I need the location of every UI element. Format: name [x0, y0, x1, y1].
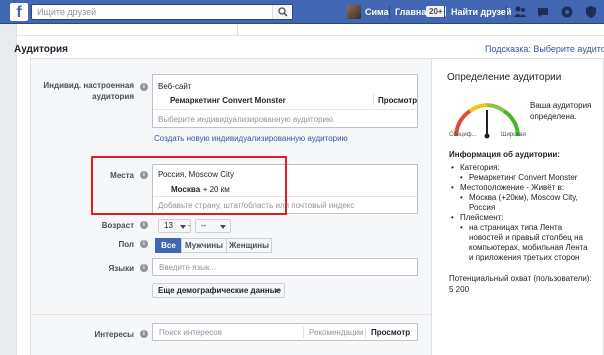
info-icon[interactable]: i [140, 330, 148, 338]
chevron-down-icon [220, 225, 226, 229]
friend-requests-icon[interactable] [513, 5, 527, 19]
audience-info-sublist: Ремаркетинг Convert Monster [460, 173, 600, 183]
gender-male-button[interactable]: Мужчины [181, 238, 227, 253]
search-button[interactable] [272, 5, 292, 19]
home-badge: 20+ [426, 6, 446, 17]
info-icon[interactable]: i [140, 264, 148, 272]
divider [444, 6, 445, 18]
gauge-broad-label: Широкая [501, 132, 526, 138]
audience-info-sublist: Москва (+20км), Moscow City, Россия [460, 193, 600, 213]
divider [153, 109, 417, 110]
divider [389, 6, 390, 18]
list-item: Москва (+20км), Moscow City, Россия [460, 193, 600, 213]
chevron-down-icon [180, 225, 186, 229]
audience-definition-title: Определение аудитории [447, 72, 562, 83]
languages-input-box[interactable]: Введите язык... [152, 258, 418, 276]
divider [373, 94, 374, 105]
previous-section-strip [17, 24, 604, 36]
audience-info-list: Плейсмент: [451, 213, 601, 223]
list-item: Местоположение - Живёт в: [451, 183, 601, 193]
search-box[interactable] [31, 4, 293, 20]
audience-info-list: Местоположение - Живёт в: [451, 183, 601, 193]
find-friends-link[interactable]: Найти друзей [451, 7, 511, 17]
divider [365, 327, 366, 338]
top-navigation-bar: f Сима Главная 20+ Найти друзей [0, 0, 604, 24]
list-item: Ремаркетинг Convert Monster [460, 173, 600, 183]
audience-type-label: Веб-сайт [158, 82, 192, 91]
age-from-select[interactable]: 13 [158, 219, 191, 233]
messages-icon[interactable] [536, 5, 550, 19]
age-to-select[interactable]: -- [195, 219, 231, 233]
profile-link[interactable]: Сима [365, 7, 389, 17]
info-icon[interactable]: i [140, 240, 148, 248]
gender-all-button[interactable]: Все [155, 238, 182, 253]
custom-audience-label: Индивид. настроенная аудитория [43, 81, 134, 101]
custom-audience-input[interactable]: Выберите индивидуализированную аудиторию [158, 115, 333, 124]
gauge-specific-label: Специф... [449, 132, 477, 138]
gender-female-button[interactable]: Женщины [226, 238, 272, 253]
divider [303, 327, 304, 338]
selected-audience-name: Ремаркетинг Convert Monster [170, 96, 286, 105]
more-demographics-button[interactable]: Еще демографические данные [152, 283, 285, 298]
languages-label: Языки [108, 264, 134, 273]
user-avatar[interactable] [347, 5, 361, 19]
interests-label: Интересы [94, 330, 134, 339]
age-dash: - [188, 221, 191, 230]
privacy-icon[interactable] [584, 5, 598, 19]
facebook-logo-icon[interactable]: f [10, 3, 28, 21]
age-label: Возраст [101, 221, 134, 230]
search-icon [278, 7, 288, 17]
info-icon[interactable]: i [140, 83, 148, 91]
audience-info-sublist: на страницах типа Лента новостей и правы… [460, 223, 588, 263]
chevron-down-icon [274, 289, 280, 293]
divider [506, 6, 507, 18]
info-icon[interactable]: i [140, 221, 148, 229]
view-audience-button[interactable]: Просмотр [378, 96, 417, 105]
custom-audience-box: Веб-сайт Ремаркетинг Convert Monster Про… [152, 74, 418, 128]
list-item: Категория: [451, 163, 601, 173]
interests-box: Поиск интересов Рекомендации Просмотр [152, 323, 418, 341]
divider [17, 35, 604, 36]
gender-label: Пол [118, 240, 134, 249]
create-custom-audience-link[interactable]: Создать новую индивидуализированную ауди… [154, 134, 348, 143]
hint-link[interactable]: Подсказка: Выберите аудиторию [485, 44, 604, 54]
potential-reach-value: 5 200 [449, 285, 470, 294]
audience-info-title: Информация об аудитории: [449, 150, 560, 159]
languages-input[interactable]: Введите язык... [159, 263, 216, 272]
audience-info-list: Категория: [451, 163, 601, 173]
notifications-icon[interactable] [560, 5, 574, 19]
highlight-frame [91, 156, 287, 215]
interests-input[interactable]: Поиск интересов [159, 328, 222, 337]
divider [30, 314, 432, 315]
potential-reach-label: Потенциальный охват (пользователи): [449, 274, 592, 283]
list-item: на страницах типа Лента новостей и правы… [460, 223, 588, 263]
suggestions-button[interactable]: Рекомендации [309, 328, 363, 337]
audience-section-title: Аудитория [14, 44, 68, 55]
audience-status: Ваша аудитория определена. [530, 101, 592, 121]
list-item: Плейсмент: [451, 213, 601, 223]
view-interests-button[interactable]: Просмотр [371, 328, 410, 337]
search-input[interactable] [32, 5, 272, 19]
